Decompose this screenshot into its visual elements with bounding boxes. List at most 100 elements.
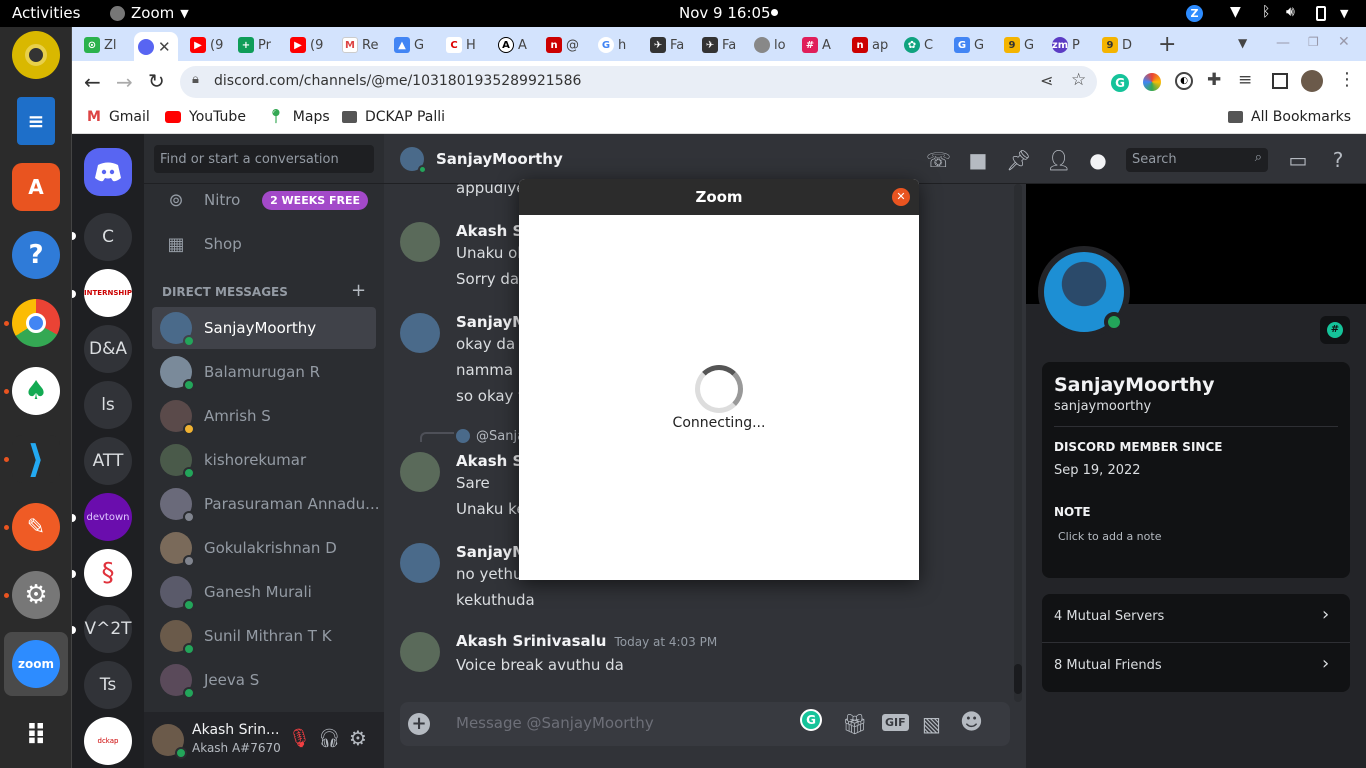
user-avatar[interactable] [152,724,187,759]
headphones-icon[interactable]: 🎧︎ [318,728,341,749]
browser-tab[interactable]: ▶ (9 [186,32,237,58]
settings-icon[interactable]: ⚙ [12,571,60,619]
new-tab-button[interactable]: + [1158,32,1176,57]
message-avatar[interactable] [400,543,440,583]
reload-icon[interactable]: ↻ [148,69,165,93]
color-picker-extension-icon[interactable] [1143,73,1161,91]
media-control-icon[interactable]: ≡ [1238,70,1252,90]
mutual-servers-row[interactable]: 4 Mutual Servers › [1042,594,1350,643]
bluetooth-icon[interactable]: ᛒ [1262,4,1270,20]
channel-title[interactable]: SanjayMoorthy [436,150,563,168]
share-icon[interactable]: ⋖ [1040,71,1053,90]
mute-mic-icon[interactable]: 🎙︎ [288,728,311,749]
add-friends-to-dm-icon[interactable]: 👤︎ [1046,148,1071,172]
browser-tab[interactable]: n @ [542,32,593,58]
dm-item[interactable]: Balamurugan R [152,351,376,393]
maximize-icon[interactable]: ❐ [1308,35,1319,49]
close-window-icon[interactable]: ✕ [1338,34,1350,50]
browser-tab[interactable]: 9D [1098,32,1149,58]
postman-icon[interactable]: ✎ [12,503,60,551]
server-c[interactable]: C [84,213,132,261]
create-dm-plus-icon[interactable]: + [351,280,366,301]
vscode-icon[interactable]: ⟩ [12,435,60,483]
help-icon[interactable]: ? [1326,148,1350,172]
dm-item[interactable]: kishorekumar [152,439,376,481]
search-input[interactable]: Search ⌕ [1126,148,1268,172]
message-avatar[interactable] [400,222,440,262]
dm-item[interactable]: Amrish S [152,395,376,437]
message-input[interactable]: Message @SanjayMoorthy [456,714,654,732]
battery-icon[interactable] [1316,6,1326,21]
inbox-icon[interactable]: ▭ [1286,148,1310,172]
dm-item[interactable]: Gokulakrishnan D [152,527,376,569]
tab-close-icon[interactable]: ✕ [158,38,171,56]
side-panel-icon[interactable] [1272,73,1288,89]
browser-tab[interactable]: ✈ Fa [698,32,749,58]
help-icon[interactable]: ? [12,231,60,279]
chrome-menu-icon[interactable]: ⋮ [1338,69,1356,90]
zoom-icon[interactable]: zoom [12,640,60,688]
dm-item[interactable]: SanjayMoorthy [152,307,376,349]
server-devtown-icon[interactable]: devtown [84,493,132,541]
gif-button[interactable]: GIF [882,714,909,731]
bookmark-folder-dckap[interactable]: DCKAP Palli [342,109,445,125]
bookmark-star-icon[interactable]: ☆ [1071,70,1086,90]
user-profile-toggle-icon[interactable]: ● [1086,148,1110,172]
server-dckap-icon[interactable]: dckap [84,717,132,765]
browser-tab[interactable]: ✿ C [900,32,951,58]
browser-tab[interactable]: 9G [1000,32,1051,58]
writer-icon[interactable]: ≡ [17,97,55,145]
show-apps-icon[interactable]: ⠿ [12,711,60,759]
browser-tab[interactable]: ⊙ Zl [80,32,131,58]
server-internship-icon[interactable]: INTERNSHIP [84,269,132,317]
profile-badge[interactable]: # [1320,316,1350,344]
browser-tab-active[interactable]: ✕ [134,32,178,61]
gift-icon[interactable]: 🎁︎ [842,712,867,736]
all-bookmarks[interactable]: All Bookmarks [1228,109,1351,125]
dm-item[interactable]: Sunil Mithran T K [152,615,376,657]
grammarly-icon[interactable]: G [1111,74,1129,92]
find-conversation-input[interactable]: Find or start a conversation [154,145,374,173]
mutual-friends-row[interactable]: 8 Mutual Friends › [1042,643,1350,692]
browser-tab[interactable]: ▶ (9 [286,32,337,58]
tab-search-icon[interactable]: ▼ [1238,36,1247,50]
browser-tab[interactable]: n ap [848,32,899,58]
user-display-name[interactable]: Akash Srin... [192,722,279,738]
browser-tab[interactable]: # A [798,32,849,58]
start-video-call-icon[interactable]: ■ [966,148,990,172]
lock-icon[interactable]: 🔒︎ [192,72,199,87]
browser-tab[interactable]: Gh [594,32,645,58]
message-avatar[interactable] [400,313,440,353]
browser-tab[interactable]: lo [750,32,801,58]
browser-tab[interactable]: AA [494,32,545,58]
activities-button[interactable]: Activities [12,4,80,22]
message-author[interactable]: Akash Srinivasalu [456,632,606,650]
browser-tab[interactable]: CH [442,32,493,58]
server-v2t[interactable]: V^2T [84,605,132,653]
browser-tab[interactable]: ▲ G [390,32,441,58]
grammarly-icon[interactable]: G [800,709,822,731]
dm-item[interactable]: Jeeva S [152,659,376,701]
browser-tab[interactable]: + Pr [234,32,285,58]
address-bar[interactable]: 🔒︎ discord.com/channels/@me/103180193528… [180,66,1097,98]
browser-tab[interactable]: GG [950,32,1001,58]
app-menu[interactable]: Zoom ▼ [110,4,189,22]
clock[interactable]: Nov 9 16:05 [679,4,771,22]
profile-avatar[interactable] [1301,70,1323,92]
start-voice-call-icon[interactable]: ☏ [926,148,951,172]
bookmark-gmail[interactable]: M Gmail [87,109,150,125]
emoji-icon[interactable]: ☻ [960,710,983,735]
server-s-logo-icon[interactable]: § [84,549,132,597]
browser-tab[interactable]: zm P [1048,32,1099,58]
server-ls[interactable]: ls [84,381,132,429]
shop-link[interactable]: ▦ Shop [152,223,376,265]
direct-messages-home[interactable] [84,148,132,196]
software-center-icon[interactable]: A [12,163,60,211]
rhythmbox-icon[interactable] [12,31,60,79]
chrome-icon[interactable] [12,299,60,347]
mongodb-icon[interactable]: ♠ [12,367,60,415]
system-menu-chevron-icon[interactable]: ▼ [1340,7,1348,20]
server-att[interactable]: ATT [84,437,132,485]
attach-plus-icon[interactable]: + [408,713,430,735]
pinned-messages-icon[interactable]: 📌︎ [1006,148,1031,172]
